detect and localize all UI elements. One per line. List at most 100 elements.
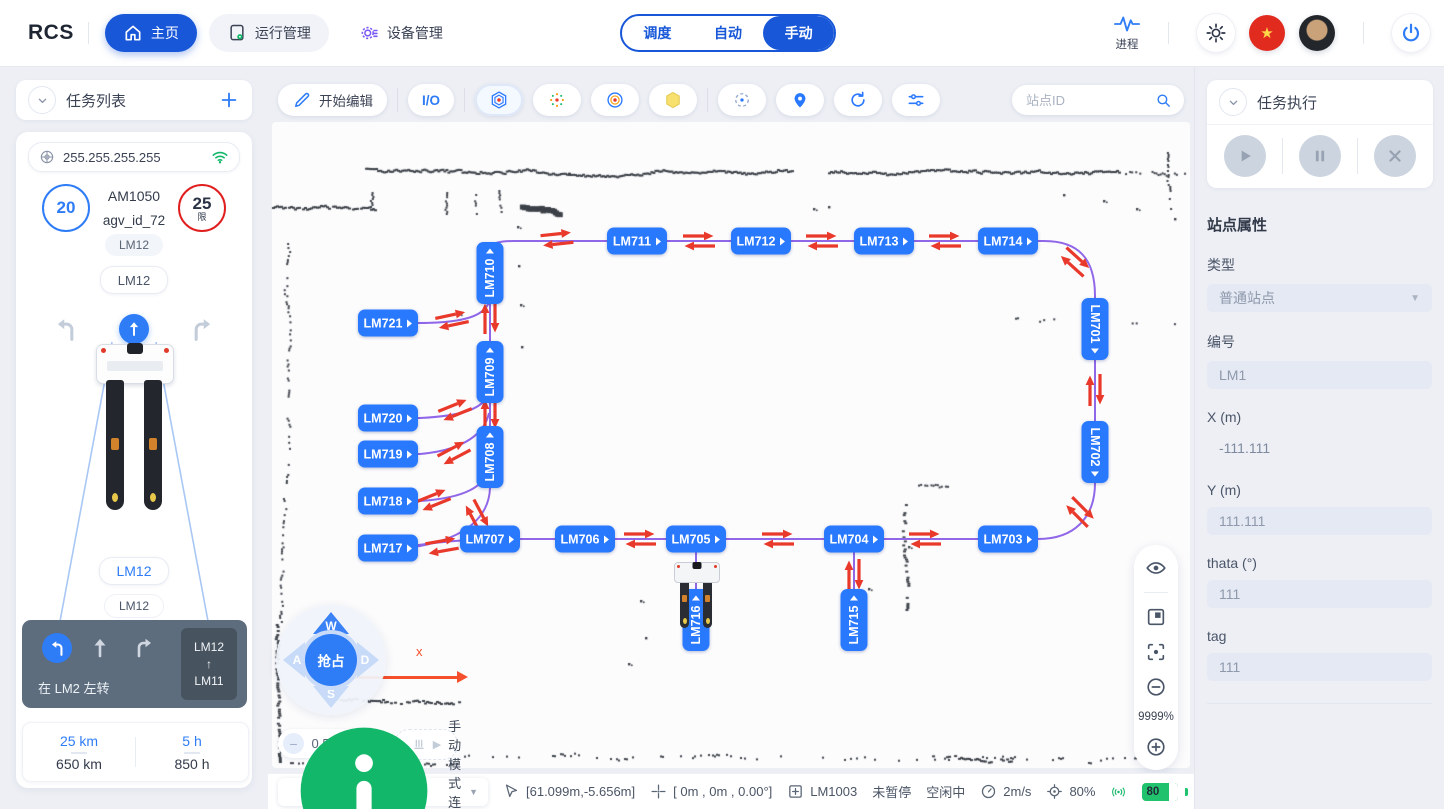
center-focus-icon[interactable] bbox=[1145, 641, 1167, 663]
direction-triangle-icon bbox=[407, 414, 412, 422]
turn-left-active-icon bbox=[42, 633, 72, 663]
joystick-left-button[interactable]: A bbox=[283, 642, 305, 678]
process-button[interactable]: 进程 bbox=[1114, 14, 1140, 52]
station-LM709[interactable]: LM709 bbox=[477, 341, 504, 403]
nav-item-home[interactable]: 主页 bbox=[105, 14, 197, 52]
station-LM718[interactable]: LM718 bbox=[358, 488, 418, 515]
stat-column: 5 h850 h bbox=[136, 733, 248, 772]
station-LM719[interactable]: LM719 bbox=[358, 441, 418, 468]
station-LM702[interactable]: LM702 bbox=[1082, 421, 1109, 483]
layer-toggle-area-hexagon[interactable] bbox=[649, 84, 697, 116]
joystick: W A D S 抢占 bbox=[276, 605, 386, 715]
layer-toggle-filter-sliders[interactable] bbox=[892, 84, 940, 116]
status-message: 手动模式连接成功 bbox=[448, 716, 461, 809]
mode-tab-2[interactable]: 自动 bbox=[693, 16, 764, 50]
field-input[interactable]: LM1 bbox=[1207, 361, 1432, 389]
layer-toggle-location-pin[interactable] bbox=[776, 84, 824, 116]
nav-item-gear[interactable]: 设备管理 bbox=[341, 14, 461, 52]
mode-tab-1[interactable]: 调度 bbox=[622, 16, 693, 50]
station-LM713[interactable]: LM713 bbox=[854, 228, 914, 255]
zoom-out-icon[interactable] bbox=[1145, 676, 1167, 698]
bidirectional-arrow-icon bbox=[681, 231, 717, 251]
station-LM714[interactable]: LM714 bbox=[978, 228, 1038, 255]
field-label: thata (°) bbox=[1207, 555, 1432, 571]
eye-icon[interactable] bbox=[1145, 557, 1167, 579]
property-field: thata (°) 111 bbox=[1207, 555, 1432, 608]
status-item: LM1003 bbox=[787, 783, 857, 800]
direction-triangle-icon bbox=[903, 237, 908, 245]
layer-toggle-lidar-points[interactable] bbox=[533, 84, 581, 116]
field-input[interactable]: 111 bbox=[1207, 580, 1432, 608]
node-hexagon-icon bbox=[489, 90, 509, 110]
field-label: X (m) bbox=[1207, 409, 1432, 425]
station-LM707[interactable]: LM707 bbox=[460, 526, 520, 553]
layer-toggle-target-rings[interactable] bbox=[591, 84, 639, 116]
nav-label: 主页 bbox=[151, 23, 179, 43]
agv-ip-field[interactable]: 255.255.255.255 bbox=[28, 142, 240, 172]
collapse-button[interactable] bbox=[28, 86, 56, 114]
joystick-up-button[interactable]: W bbox=[313, 612, 349, 634]
add-task-button[interactable] bbox=[218, 89, 240, 111]
signal-icon bbox=[1110, 783, 1127, 800]
mode-tab-3[interactable]: 手动 bbox=[763, 16, 834, 50]
pause-task-button[interactable] bbox=[1299, 135, 1341, 177]
field-value[interactable]: -111.111 bbox=[1207, 434, 1432, 462]
status-message-dropdown[interactable]: 手动模式连接成功▼ bbox=[278, 778, 488, 806]
map-viewport[interactable]: 开始编辑 I/O W A D S 抢占 x − 0.5m bbox=[268, 66, 1194, 773]
station-LM708[interactable]: LM708 bbox=[477, 426, 504, 488]
waveform-icon bbox=[1114, 14, 1140, 34]
nav-item-monitor[interactable]: 运行管理 bbox=[209, 14, 329, 52]
cancel-task-button[interactable] bbox=[1374, 135, 1416, 177]
bidirectional-arrow-icon bbox=[907, 529, 943, 549]
plus-square-icon bbox=[787, 783, 804, 800]
turn-left-button[interactable] bbox=[52, 316, 80, 344]
forward-button[interactable] bbox=[119, 314, 149, 344]
station-LM705[interactable]: LM705 bbox=[666, 526, 726, 553]
station-label: LM705 bbox=[672, 532, 711, 546]
field-input[interactable]: 111 bbox=[1207, 653, 1432, 681]
collapse-button[interactable] bbox=[1219, 88, 1247, 116]
play-task-button[interactable] bbox=[1224, 135, 1266, 177]
direction-triangle-icon bbox=[715, 535, 720, 543]
divider bbox=[1168, 22, 1169, 44]
station-LM704[interactable]: LM704 bbox=[824, 526, 884, 553]
language-flag-button[interactable]: ★ bbox=[1249, 15, 1285, 51]
io-button[interactable]: I/O bbox=[408, 84, 454, 116]
station-LM715[interactable]: LM715 bbox=[841, 589, 868, 651]
start-edit-button[interactable]: 开始编辑 bbox=[278, 84, 387, 116]
joystick-right-button[interactable]: D bbox=[357, 642, 379, 678]
type-select[interactable]: 普通站点▼ bbox=[1207, 284, 1432, 312]
turn-right-button[interactable] bbox=[188, 316, 216, 344]
route-box: LM12 ↑ LM11 bbox=[181, 628, 237, 700]
field-label: Y (m) bbox=[1207, 482, 1432, 498]
zoom-level: 9999% bbox=[1138, 711, 1174, 723]
station-LM706[interactable]: LM706 bbox=[555, 526, 615, 553]
station-search-input[interactable] bbox=[1024, 92, 1147, 109]
property-field: tag111 bbox=[1207, 628, 1432, 681]
zoom-in-icon[interactable] bbox=[1145, 736, 1167, 758]
layer-toggle-node-hexagon[interactable] bbox=[475, 84, 523, 116]
station-LM711[interactable]: LM711 bbox=[607, 228, 667, 255]
station-LM701[interactable]: LM701 bbox=[1082, 298, 1109, 360]
layer-toggle-radar-scan[interactable] bbox=[718, 84, 766, 116]
avatar[interactable] bbox=[1299, 15, 1335, 51]
bidirectional-arrow-icon bbox=[1085, 372, 1105, 408]
joystick-down-button[interactable]: S bbox=[313, 686, 349, 708]
divider bbox=[397, 88, 398, 112]
minimap-icon[interactable] bbox=[1145, 606, 1167, 628]
station-search[interactable] bbox=[1012, 85, 1184, 115]
station-label: LM701 bbox=[1088, 305, 1102, 344]
station-LM710[interactable]: LM710 bbox=[477, 242, 504, 304]
station-LM717[interactable]: LM717 bbox=[358, 535, 418, 562]
station-LM721[interactable]: LM721 bbox=[358, 310, 418, 337]
station-LM720[interactable]: LM720 bbox=[358, 405, 418, 432]
layer-toggle-refresh[interactable] bbox=[834, 84, 882, 116]
joystick-seize-button[interactable]: 抢占 bbox=[305, 634, 357, 686]
agv-map-marker[interactable] bbox=[674, 562, 718, 632]
station-LM703[interactable]: LM703 bbox=[978, 526, 1038, 553]
power-button[interactable] bbox=[1392, 14, 1430, 52]
station-LM712[interactable]: LM712 bbox=[731, 228, 791, 255]
field-input[interactable]: 111.111 bbox=[1207, 507, 1432, 535]
theme-brightness-button[interactable] bbox=[1197, 14, 1235, 52]
search-icon[interactable] bbox=[1155, 92, 1172, 109]
